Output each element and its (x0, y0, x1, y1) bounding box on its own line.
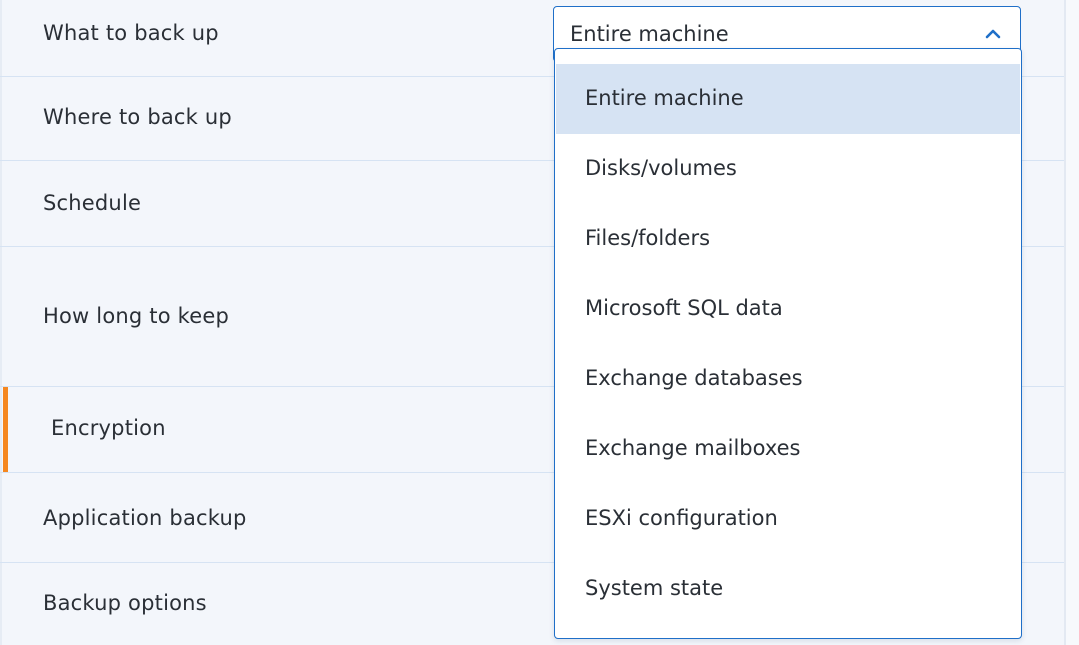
row-label-backup-options: Backup options (43, 591, 207, 615)
row-label-how-long-to-keep: How long to keep (43, 304, 230, 328)
right-side-strip (1066, 0, 1079, 645)
option-label: Exchange databases (585, 366, 803, 390)
select-value: Entire machine (570, 22, 729, 46)
option-label: Files/folders (585, 226, 711, 250)
row-label-encryption: Encryption (51, 416, 166, 440)
row-label-what-to-back-up: What to back up (43, 21, 219, 45)
option-system-state[interactable]: System state (556, 554, 1020, 624)
option-entire-machine[interactable]: Entire machine (556, 64, 1020, 134)
option-esxi-configuration[interactable]: ESXi configuration (556, 484, 1020, 554)
option-microsoft-sql-data[interactable]: Microsoft SQL data (556, 274, 1020, 344)
what-to-back-up-dropdown: Entire machine Disks/volumes Files/folde… (554, 48, 1022, 639)
row-label-schedule: Schedule (43, 191, 142, 215)
option-label: Exchange mailboxes (585, 436, 801, 460)
row-label-where-to-back-up: Where to back up (43, 105, 232, 129)
option-disks-volumes[interactable]: Disks/volumes (556, 134, 1020, 204)
option-label: Microsoft SQL data (585, 296, 783, 320)
option-exchange-mailboxes[interactable]: Exchange mailboxes (556, 414, 1020, 484)
chevron-up-icon[interactable] (984, 25, 1002, 43)
row-label-application-backup: Application backup (43, 506, 247, 530)
option-label: Entire machine (585, 86, 744, 110)
option-exchange-databases[interactable]: Exchange databases (556, 344, 1020, 414)
option-label: System state (585, 576, 724, 600)
option-label: Disks/volumes (585, 156, 737, 180)
option-files-folders[interactable]: Files/folders (556, 204, 1020, 274)
option-label: ESXi configuration (585, 506, 778, 530)
active-row-marker (3, 387, 8, 472)
